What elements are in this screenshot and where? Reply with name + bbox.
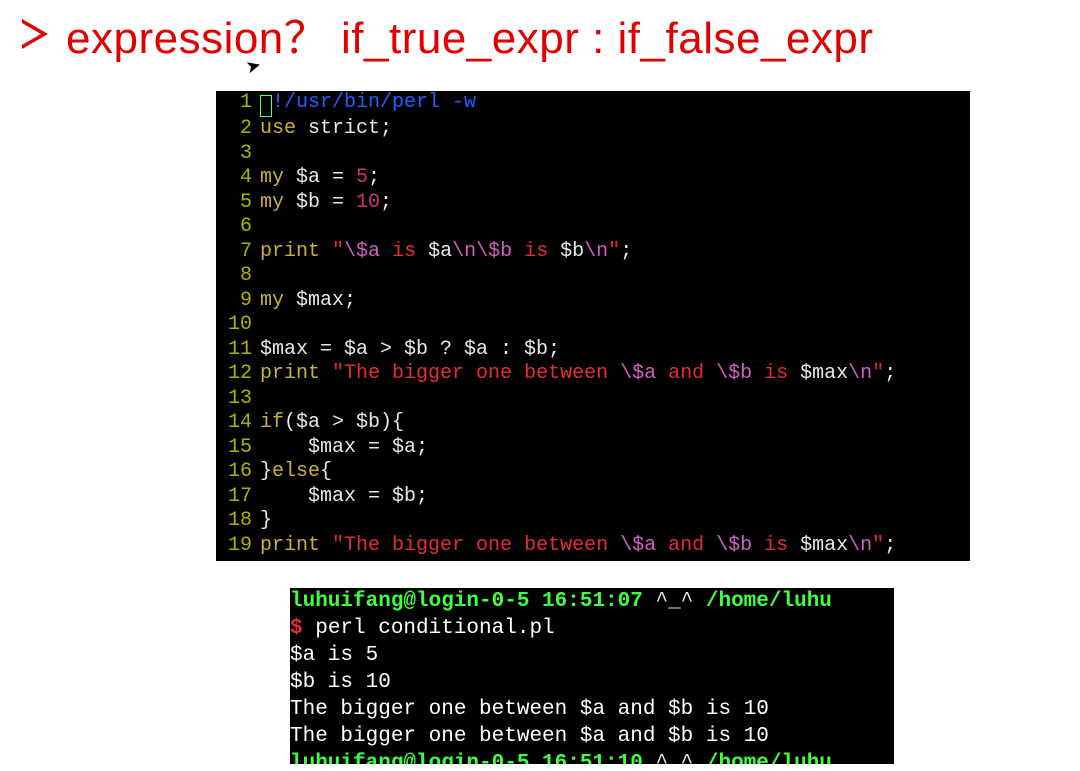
line-number: 6 bbox=[216, 215, 260, 240]
code-content: my $max; bbox=[260, 289, 356, 314]
terminal-line: $ perl conditional.pl bbox=[290, 615, 894, 642]
code-line: 7print "\$a is $a\n\$b is $b\n"; bbox=[216, 240, 970, 265]
terminal-line: The bigger one between $a and $b is 10 bbox=[290, 696, 894, 723]
line-number: 3 bbox=[216, 142, 260, 167]
code-line: 10 bbox=[216, 313, 970, 338]
line-number: 19 bbox=[216, 534, 260, 559]
code-line: 14if($a > $b){ bbox=[216, 411, 970, 436]
line-number: 18 bbox=[216, 509, 260, 534]
code-line: 17 $max = $b; bbox=[216, 485, 970, 510]
terminal-line: $a is 5 bbox=[290, 642, 894, 669]
line-number: 5 bbox=[216, 191, 260, 216]
code-content: my $b = 10; bbox=[260, 191, 392, 216]
code-line: 3 bbox=[216, 142, 970, 167]
prompt-face: ^_^ bbox=[643, 590, 706, 613]
code-line: 16}else{ bbox=[216, 460, 970, 485]
code-content: } bbox=[260, 509, 272, 534]
terminal-output: luhuifang@login-0-5 16:51:07 ^_^ /home/l… bbox=[290, 588, 894, 764]
line-number: 17 bbox=[216, 485, 260, 510]
code-line: 4my $a = 5; bbox=[216, 166, 970, 191]
code-line: 8 bbox=[216, 264, 970, 289]
line-number: 10 bbox=[216, 313, 260, 338]
code-line: 19print "The bigger one between \$a and … bbox=[216, 534, 970, 559]
prompt-user: luhuifang@login-0-5 16:51:10 bbox=[290, 752, 643, 764]
code-line: 9my $max; bbox=[216, 289, 970, 314]
line-number: 4 bbox=[216, 166, 260, 191]
line-number: 1 bbox=[216, 91, 260, 117]
code-editor: 1#!/usr/bin/perl -w2use strict;34my $a =… bbox=[216, 91, 970, 561]
line-number: 8 bbox=[216, 264, 260, 289]
line-number: 7 bbox=[216, 240, 260, 265]
prompt-path: /home/luhu bbox=[706, 590, 832, 613]
heading-text: expression？ if_true_expr : if_false_expr bbox=[66, 2, 874, 66]
terminal-line: The bigger one between $a and $b is 10 bbox=[290, 723, 894, 750]
code-line: 2use strict; bbox=[216, 117, 970, 142]
code-content: $max = $a > $b ? $a : $b; bbox=[260, 338, 560, 363]
terminal-line: luhuifang@login-0-5 16:51:07 ^_^ /home/l… bbox=[290, 588, 894, 615]
code-line: 11$max = $a > $b ? $a : $b; bbox=[216, 338, 970, 363]
line-number: 14 bbox=[216, 411, 260, 436]
line-number: 15 bbox=[216, 436, 260, 461]
code-line: 6 bbox=[216, 215, 970, 240]
code-content: $max = $b; bbox=[260, 485, 428, 510]
code-line: 18} bbox=[216, 509, 970, 534]
prompt-path: /home/luhu bbox=[706, 752, 832, 764]
code-content: if($a > $b){ bbox=[260, 411, 404, 436]
terminal-line: $b is 10 bbox=[290, 669, 894, 696]
bullet-arrow-icon bbox=[22, 19, 48, 49]
line-number: 13 bbox=[216, 387, 260, 412]
terminal-line: luhuifang@login-0-5 16:51:10 ^_^ /home/l… bbox=[290, 750, 894, 764]
line-number: 2 bbox=[216, 117, 260, 142]
line-number: 16 bbox=[216, 460, 260, 485]
code-content: print "The bigger one between \$a and \$… bbox=[260, 362, 896, 387]
code-content: my $a = 5; bbox=[260, 166, 380, 191]
prompt-user: luhuifang@login-0-5 16:51:07 bbox=[290, 590, 643, 613]
prompt-dollar: $ bbox=[290, 617, 303, 640]
code-content: print "\$a is $a\n\$b is $b\n"; bbox=[260, 240, 632, 265]
code-content: #!/usr/bin/perl -w bbox=[260, 91, 476, 117]
code-line: 1#!/usr/bin/perl -w bbox=[216, 91, 970, 117]
code-content: print "The bigger one between \$a and \$… bbox=[260, 534, 896, 559]
line-number: 12 bbox=[216, 362, 260, 387]
prompt-face: ^_^ bbox=[643, 752, 706, 764]
code-content: use strict; bbox=[260, 117, 392, 142]
code-content: $max = $a; bbox=[260, 436, 428, 461]
code-line: 5my $b = 10; bbox=[216, 191, 970, 216]
line-number: 11 bbox=[216, 338, 260, 363]
code-content: }else{ bbox=[260, 460, 332, 485]
line-number: 9 bbox=[216, 289, 260, 314]
terminal-command: perl conditional.pl bbox=[303, 617, 555, 640]
slide-heading: expression？ if_true_expr : if_false_expr bbox=[22, 2, 874, 66]
code-line: 12print "The bigger one between \$a and … bbox=[216, 362, 970, 387]
code-line: 13 bbox=[216, 387, 970, 412]
code-line: 15 $max = $a; bbox=[216, 436, 970, 461]
